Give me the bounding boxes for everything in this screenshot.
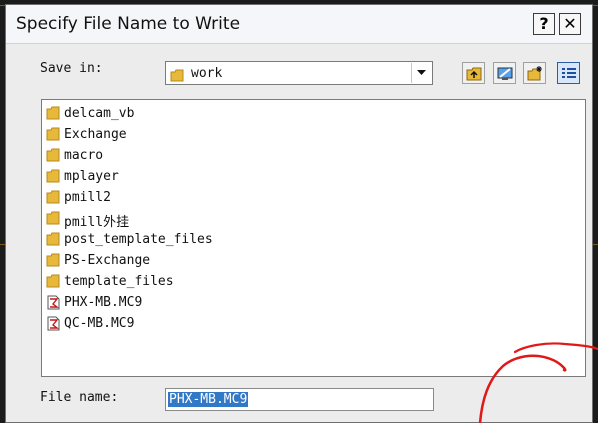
file-list[interactable]: delcam_vb Exchange macro mplayer pmill2 … bbox=[41, 99, 586, 377]
details-view-button[interactable] bbox=[557, 62, 580, 84]
folder-icon bbox=[46, 232, 60, 246]
desktop-icon bbox=[497, 67, 513, 80]
folder-icon bbox=[46, 106, 60, 120]
save-in-combobox[interactable]: work bbox=[165, 61, 433, 85]
list-item-label: mplayer bbox=[64, 169, 119, 184]
mc9-file-icon bbox=[47, 295, 60, 310]
folder-icon bbox=[46, 274, 60, 288]
dialog-title: Specify File Name to Write bbox=[16, 14, 241, 34]
list-item-label: QC-MB.MC9 bbox=[64, 316, 135, 331]
desktop-button[interactable] bbox=[493, 62, 516, 84]
list-item-label: template_files bbox=[64, 274, 174, 289]
list-item-label: macro bbox=[64, 148, 104, 163]
title-bar: Specify File Name to Write ? ✕ bbox=[6, 5, 592, 44]
save-in-value: work bbox=[191, 66, 223, 81]
folder-icon bbox=[170, 67, 184, 86]
folder-icon bbox=[46, 211, 60, 225]
list-item-label: PS-Exchange bbox=[64, 253, 151, 268]
details-view-icon bbox=[562, 68, 576, 78]
up-folder-icon bbox=[466, 67, 482, 81]
folder-icon bbox=[46, 148, 60, 162]
list-item-label: PHX-MB.MC9 bbox=[64, 295, 143, 310]
file-name-input[interactable]: PHX-MB.MC9 bbox=[165, 388, 434, 411]
close-button[interactable]: ✕ bbox=[559, 13, 581, 35]
mc9-file-icon bbox=[47, 316, 60, 331]
help-button[interactable]: ? bbox=[533, 13, 555, 35]
save-in-label: Save in: bbox=[40, 61, 103, 76]
create-new-folder-button[interactable] bbox=[523, 62, 546, 84]
list-item-label: post_template_files bbox=[64, 232, 213, 247]
save-file-dialog: Specify File Name to Write ? ✕ Save in: … bbox=[5, 4, 593, 423]
list-item-label: delcam_vb bbox=[64, 106, 135, 121]
new-folder-icon bbox=[527, 66, 542, 81]
list-item-label: pmill2 bbox=[64, 190, 111, 205]
folder-icon bbox=[46, 127, 60, 141]
file-name-value: PHX-MB.MC9 bbox=[168, 392, 249, 407]
folder-icon bbox=[46, 169, 60, 183]
chevron-down-icon[interactable] bbox=[411, 63, 431, 83]
folder-icon bbox=[46, 253, 60, 267]
file-name-label: File name: bbox=[40, 390, 119, 405]
up-one-level-button[interactable] bbox=[462, 62, 485, 84]
background-line bbox=[593, 244, 598, 245]
list-item-label: Exchange bbox=[64, 127, 127, 142]
list-item-label: pmill外挂 bbox=[64, 215, 130, 230]
folder-icon bbox=[46, 190, 60, 204]
